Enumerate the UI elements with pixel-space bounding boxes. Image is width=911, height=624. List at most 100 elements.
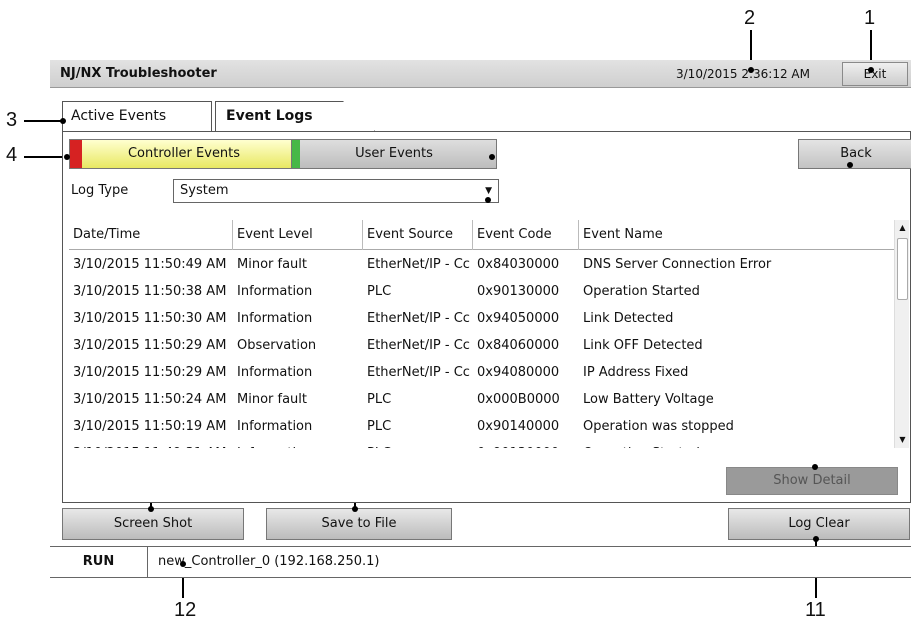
cell-date-time: 3/10/2015 11:50:49 AM [73,257,227,272]
cell-event-name: Link Detected [583,311,674,326]
cell-event-code: 0x94050000 [477,311,560,326]
cell-date-time: 3/10/2015 11:50:24 AM [73,392,227,407]
user-events-button[interactable]: User Events [291,139,497,169]
cell-event-source: PLC [363,440,473,448]
callout-1: 1 [864,7,876,29]
callout-dot-5 [489,154,495,160]
cell-event-source: EtherNet/IP - Cc [367,311,470,326]
scroll-thumb[interactable] [897,238,908,300]
cell-date-time: 3/10/2015 11:50:30 AM [73,311,227,326]
table-row[interactable]: 3/10/2015 11:50:24 AM Minor fault PLC 0x… [69,386,894,413]
save-to-file-button[interactable]: Save to File [266,508,452,540]
callout-dot-7 [847,162,853,168]
callout-dot-10 [812,464,818,470]
cell-date-time: 3/10/2015 11:49:31 AM [69,440,233,448]
log-type-value: System [180,183,229,198]
cell-event-name: Low Battery Voltage [583,392,714,407]
controller-events-button[interactable]: Controller Events [69,139,299,169]
callout-dot-1 [868,67,874,73]
log-type-label: Log Type [71,183,129,198]
cell-event-code: 0x84060000 [477,338,560,353]
callout-dot-6 [485,197,491,203]
cell-event-level: Minor fault [237,392,307,407]
table-row[interactable]: 3/10/2015 11:50:30 AM Information EtherN… [69,305,894,332]
callout-dot-12 [180,561,186,567]
table-row[interactable]: 3/10/2015 11:50:29 AM Observation EtherN… [69,332,894,359]
callout-dot-4 [64,154,70,160]
exit-button[interactable]: Exit [842,62,908,86]
cell-event-level: Information [237,311,313,326]
cell-event-code: 0x90130000 [473,440,579,448]
screen-shot-button[interactable]: Screen Shot [62,508,244,540]
callout-4: 4 [6,144,18,166]
callout-dot-9 [352,506,358,512]
cell-event-code: 0x84030000 [477,257,560,272]
table-row[interactable]: 3/10/2015 11:50:49 AM Minor fault EtherN… [69,251,894,278]
status-bar: RUN new_Controller_0 (192.168.250.1) [50,546,911,578]
tab-strip: Active Events Event Logs [62,101,462,131]
callout-dot-2 [748,67,754,73]
cell-event-level: Minor fault [237,257,307,272]
cell-event-name: DNS Server Connection Error [583,257,772,272]
cell-event-level: Observation [237,338,317,353]
scroll-up-arrow-icon[interactable]: ▲ [895,220,910,236]
controller-events-label: Controller Events [127,146,241,161]
cell-event-level: Information [233,440,363,448]
column-header-event-name[interactable]: Event Name [579,220,894,250]
table-scrollbar[interactable]: ▲ ▼ [894,220,909,448]
clock: 3/10/2015 2:36:12 AM [676,67,810,81]
column-header-event-source[interactable]: Event Source [363,220,473,250]
table-row[interactable]: 3/10/2015 11:50:38 AM Information PLC 0x… [69,278,894,305]
tab-event-logs[interactable]: Event Logs [215,101,375,131]
cell-event-level: Information [237,284,313,299]
table-row[interactable]: 3/10/2015 11:49:31 AM Information PLC 0x… [69,440,894,448]
cell-event-source: PLC [367,284,392,299]
cell-event-code: 0x90130000 [477,284,560,299]
event-logs-panel: Controller Events User Events Back Log T… [62,131,911,503]
tab-active-events-label: Active Events [71,108,167,124]
cell-event-level: Information [237,419,313,434]
cell-event-name: IP Address Fixed [583,365,689,380]
column-header-event-level[interactable]: Event Level [233,220,363,250]
column-header-date-time[interactable]: Date/Time [69,220,233,250]
event-log-table: Date/Time Event Level Event Source Event… [69,220,894,448]
cell-event-code: 0x000B0000 [477,392,560,407]
cell-date-time: 3/10/2015 11:50:19 AM [73,419,227,434]
cell-event-code: 0x90140000 [477,419,560,434]
callout-11: 11 [805,599,826,621]
show-detail-button[interactable]: Show Detail [726,467,898,495]
cell-event-name: Link OFF Detected [583,338,703,353]
cell-event-source: EtherNet/IP - Cc [367,257,470,272]
user-events-label: User Events [355,146,433,161]
cell-date-time: 3/10/2015 11:50:29 AM [73,338,227,353]
log-clear-button[interactable]: Log Clear [728,508,910,540]
log-type-select[interactable]: System ▼ [173,179,499,203]
table-row[interactable]: 3/10/2015 11:50:19 AM Information PLC 0x… [69,413,894,440]
cell-date-time: 3/10/2015 11:50:29 AM [73,365,227,380]
callout-2: 2 [744,7,756,29]
scroll-down-arrow-icon[interactable]: ▼ [895,432,910,448]
cell-event-name: Operation Started [583,284,700,299]
table-header: Date/Time Event Level Event Source Event… [69,220,894,250]
controller-mode-status: RUN [50,547,148,577]
cell-event-source: EtherNet/IP - Cc [367,338,470,353]
title-bar: NJ/NX Troubleshooter 3/10/2015 2:36:12 A… [50,60,911,88]
cell-event-code: 0x94080000 [477,365,560,380]
connected-controller: new_Controller_0 (192.168.250.1) [158,554,380,569]
cell-event-source: EtherNet/IP - Cc [367,365,470,380]
table-row[interactable]: 3/10/2015 11:50:29 AM Information EtherN… [69,359,894,386]
back-button[interactable]: Back [798,139,911,169]
callout-12: 12 [174,599,197,621]
troubleshooter-window: NJ/NX Troubleshooter 3/10/2015 2:36:12 A… [50,60,911,580]
column-header-event-code[interactable]: Event Code [473,220,579,250]
cell-event-source: PLC [367,419,392,434]
cell-date-time: 3/10/2015 11:50:38 AM [73,284,227,299]
tab-event-logs-label: Event Logs [226,108,313,124]
callout-3: 3 [6,109,18,131]
callout-dot-8 [148,506,154,512]
callout-dot-11 [813,536,819,542]
tab-active-events[interactable]: Active Events [62,101,212,131]
cell-event-name: Operation was stopped [583,419,734,434]
app-title: NJ/NX Troubleshooter [60,66,217,81]
callout-dot-3 [60,118,66,124]
